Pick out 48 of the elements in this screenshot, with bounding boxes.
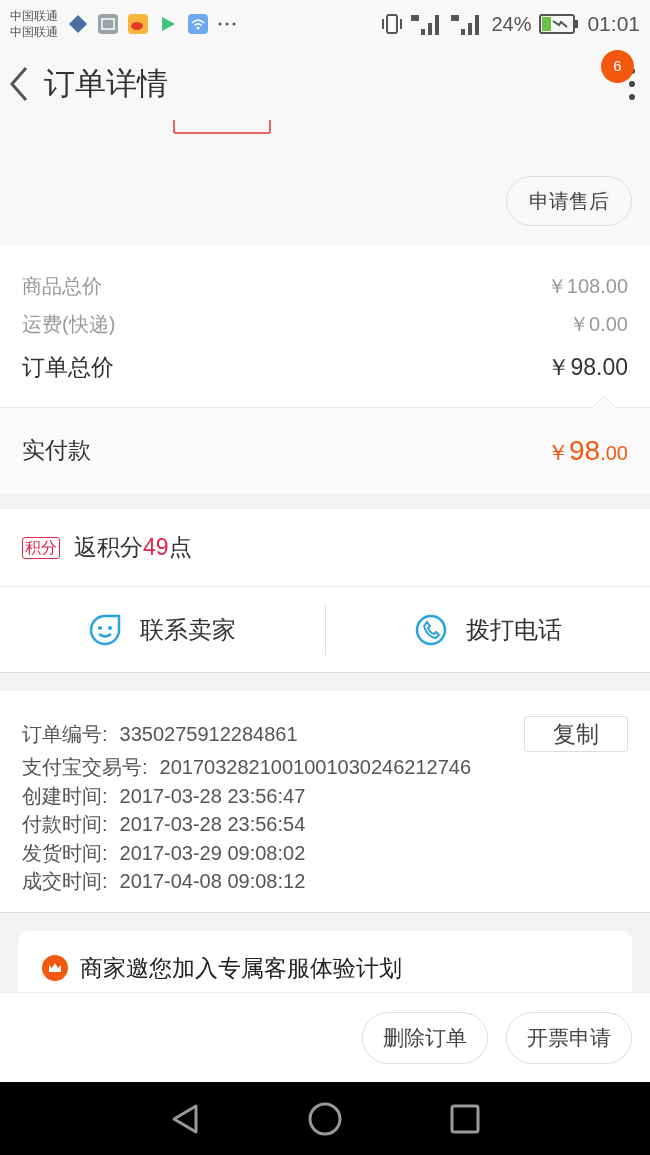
info-value: 2017-03-28 23:56:47 — [119, 783, 306, 809]
carrier-name: 中国联通 — [10, 24, 58, 40]
promo-card[interactable]: 商家邀您加入专属客服体验计划 — [18, 930, 632, 992]
page-title: 订单详情 — [44, 64, 168, 103]
clock: 01:01 — [587, 11, 640, 38]
paid-amount: ￥98.00 — [547, 433, 628, 468]
info-value: 2017-03-29 09:08:02 — [119, 840, 306, 866]
image-icon — [98, 14, 118, 34]
info-label: 创建时间: — [22, 783, 108, 809]
copy-button[interactable]: 复制 — [524, 716, 628, 752]
smiley-chat-icon — [88, 612, 123, 647]
info-label: 支付宝交易号: — [22, 755, 148, 780]
home-icon[interactable] — [308, 1101, 342, 1136]
points-tag: 积分 — [22, 536, 60, 559]
info-label: 发货时间: — [22, 840, 108, 866]
back-icon[interactable] — [8, 65, 30, 103]
vibrate-icon — [381, 13, 404, 35]
price-label: 商品总价 — [22, 274, 102, 299]
info-value: 2017032821001001030246212746 — [159, 755, 471, 780]
promo-text: 商家邀您加入专属客服体验计划 — [80, 954, 402, 981]
wifi-icon — [188, 14, 208, 34]
contact-button[interactable]: 联系卖家 — [0, 604, 325, 655]
battery-percent: 24% — [491, 12, 532, 37]
recents-icon[interactable] — [450, 1103, 480, 1134]
info-value: 2017-03-28 23:56:54 — [119, 812, 306, 837]
info-value: 3350275912284861 — [119, 721, 298, 747]
notification-badge: 6 — [601, 50, 634, 83]
price-value: ￥0.00 — [569, 312, 628, 337]
price-value: ￥98.00 — [547, 352, 628, 382]
phone-icon — [413, 612, 448, 647]
info-label: 付款时间: — [22, 812, 108, 837]
paid-label: 实付款 — [22, 436, 91, 466]
price-label: 订单总价 — [22, 352, 114, 382]
price-value: ￥108.00 — [546, 274, 628, 299]
info-value: 2017-04-08 09:08:12 — [119, 869, 306, 894]
diamond-icon — [68, 14, 88, 34]
crown-icon — [42, 954, 68, 981]
battery-icon — [539, 13, 580, 35]
eye-app-icon — [128, 14, 148, 34]
info-label: 订单编号: — [22, 721, 108, 747]
contact-button[interactable]: 拨打电话 — [324, 604, 650, 655]
after-sale-button[interactable]: 申请售后 — [506, 176, 632, 226]
carrier-name: 中国联通 — [10, 8, 58, 24]
points-text: 返积分49点 — [74, 533, 192, 563]
price-label: 运费(快递) — [22, 312, 116, 337]
more-dots-icon — [218, 22, 236, 26]
back-icon[interactable] — [170, 1102, 200, 1135]
info-label: 成交时间: — [22, 869, 108, 894]
